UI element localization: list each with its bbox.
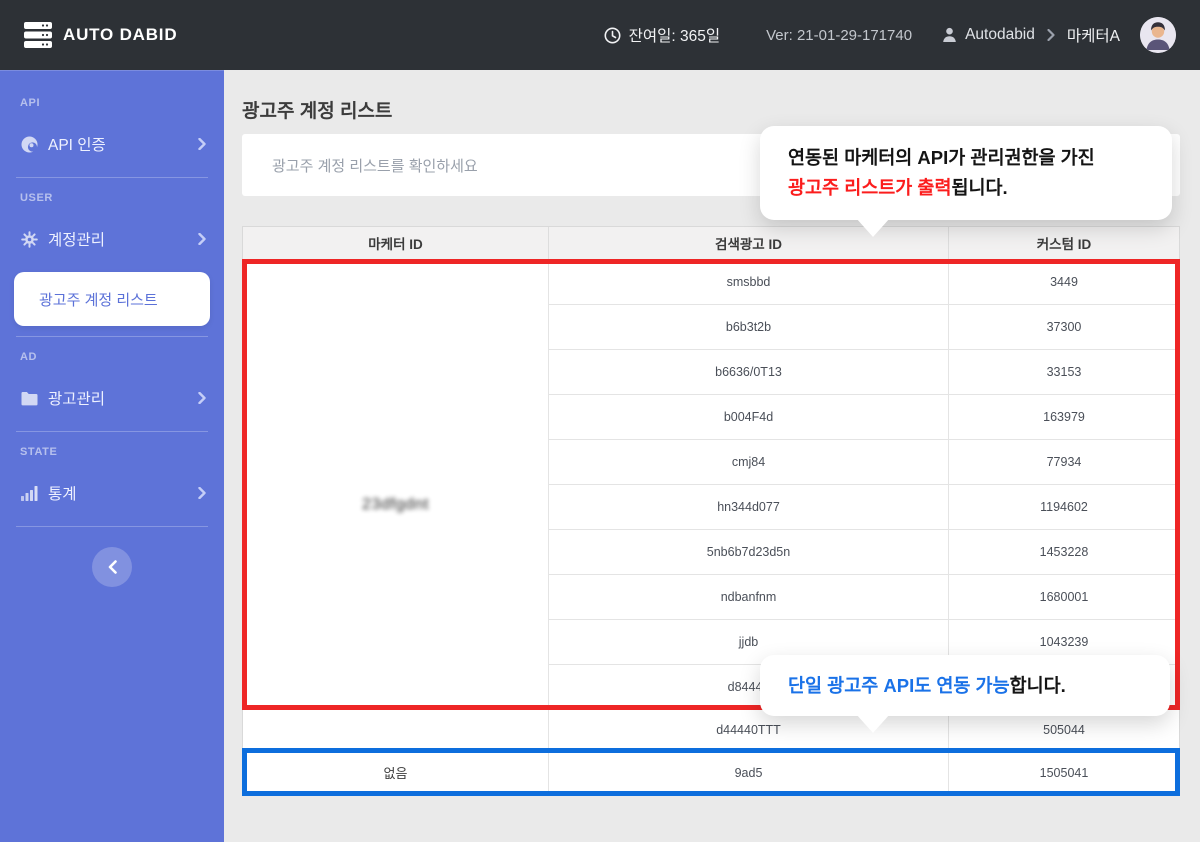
- tooltip-highlight-text: 단일 광고주 API도 연동 가능: [788, 675, 1010, 696]
- chevron-right-icon: [198, 487, 206, 499]
- tooltip-tail: [856, 714, 890, 733]
- tooltip-tail: [856, 218, 890, 237]
- tooltip-text: 연동된 마케터의 API가 관리권한을 가진: [788, 147, 1095, 168]
- gear-icon: [20, 230, 38, 248]
- search-ad-id-cell: smsbbd: [548, 260, 948, 305]
- custom-id-cell: 1453228: [948, 530, 1179, 575]
- chevron-right-icon: [1047, 29, 1055, 41]
- chevron-right-icon: [198, 392, 206, 404]
- sidebar-divider: [16, 526, 208, 527]
- person-icon: [942, 27, 957, 43]
- sidebar-collapse-button[interactable]: [92, 547, 132, 587]
- sidebar-item-label: API 인증: [48, 137, 106, 154]
- search-ad-id-cell: b004F4d: [548, 395, 948, 440]
- custom-id-cell: 33153: [948, 350, 1179, 395]
- custom-id-cell: 77934: [948, 440, 1179, 485]
- custom-id-cell: 1194602: [948, 485, 1179, 530]
- search-ad-id-cell: b6b3t2b: [548, 305, 948, 350]
- custom-id-cell: 3449: [948, 260, 1179, 305]
- version-label: Ver: 21-01-29-171740: [766, 26, 913, 44]
- topbar: AUTO DABID 잔여일: 365일 Ver: 21-01-29-17174…: [0, 0, 1200, 70]
- clock-icon: [604, 27, 621, 44]
- app-logo[interactable]: AUTO DABID: [24, 22, 177, 48]
- custom-id-cell: 1505041: [948, 750, 1179, 796]
- custom-id-cell: 1680001: [948, 575, 1179, 620]
- sidebar-item-label: 광고주 계정 리스트: [39, 291, 158, 309]
- tooltip-single-advertiser-api: 단일 광고주 API도 연동 가능합니다.: [760, 655, 1170, 733]
- sidebar-section-api: API: [20, 97, 41, 109]
- sidebar-section-state: STATE: [20, 446, 58, 458]
- sidebar-item-label: 계정관리: [48, 232, 106, 249]
- chevron-left-icon: [108, 560, 117, 574]
- tooltip-text: 합니다.: [1009, 675, 1066, 696]
- bar-chart-icon: [20, 484, 38, 502]
- tooltip-text: 됩니다.: [951, 177, 1008, 198]
- sidebar: API API 인증 USER 계정관리 광고주 계정 리스트 AD 광고관리 …: [0, 70, 224, 842]
- tooltip-highlight-text: 광고주 리스트가 출력: [788, 177, 952, 198]
- masked-value: 23dfgdnt: [361, 495, 430, 513]
- main-content: 광고주 계정 리스트 광고주 계정 리스트를 확인하세요 마케터 ID 검색광고…: [224, 70, 1200, 842]
- username-label: Autodabid: [965, 26, 1035, 43]
- profile-label: 마케터A: [1066, 28, 1120, 45]
- custom-id-cell: 163979: [948, 395, 1179, 440]
- avatar[interactable]: [1140, 17, 1176, 53]
- sidebar-item-label: 통계: [48, 486, 77, 503]
- sidebar-item-ad-management[interactable]: 광고관리: [0, 375, 224, 421]
- sidebar-divider: [16, 177, 208, 178]
- marketer-id-none-cell: 없음: [243, 750, 548, 796]
- chevron-right-icon: [198, 233, 206, 245]
- server-stack-icon: [24, 22, 52, 48]
- sidebar-divider: [16, 431, 208, 432]
- sidebar-item-label: 광고관리: [48, 391, 106, 408]
- page-title: 광고주 계정 리스트: [242, 101, 393, 122]
- sidebar-divider: [16, 336, 208, 337]
- remaining-days-label: 잔여일: 365일: [628, 28, 721, 45]
- api-circle-icon: [20, 135, 38, 153]
- sidebar-item-statistics[interactable]: 통계: [0, 470, 224, 516]
- remaining-days: 잔여일: 365일: [604, 24, 721, 46]
- search-ad-id-cell: b6636/0T13: [548, 350, 948, 395]
- column-header-custom-id: 커스텀 ID: [948, 227, 1179, 260]
- search-ad-id-cell: ndbanfnm: [548, 575, 948, 620]
- column-header-marketer-id: 마케터 ID: [243, 227, 548, 260]
- search-ad-id-cell: hn344d077: [548, 485, 948, 530]
- sidebar-section-ad: AD: [20, 351, 38, 363]
- sidebar-item-api-auth[interactable]: API 인증: [0, 121, 224, 167]
- app-title: AUTO DABID: [63, 25, 178, 44]
- search-ad-id-cell: cmj84: [548, 440, 948, 485]
- sidebar-item-advertiser-list[interactable]: 광고주 계정 리스트: [14, 272, 210, 326]
- custom-id-cell: 37300: [948, 305, 1179, 350]
- user-menu[interactable]: Autodabid 마케터A: [942, 17, 1176, 53]
- sidebar-section-user: USER: [20, 192, 53, 204]
- tooltip-linked-advertiser-list: 연동된 마케터의 API가 관리권한을 가진 광고주 리스트가 출력됩니다.: [760, 126, 1172, 237]
- sidebar-item-account-management[interactable]: 계정관리: [0, 216, 224, 262]
- custom-id-cell: 505044: [948, 710, 1179, 750]
- marketer-id-merged-cell: 23dfgdnt: [243, 260, 548, 750]
- chevron-right-icon: [198, 138, 206, 150]
- notice-text: 광고주 계정 리스트를 확인하세요: [272, 157, 478, 175]
- search-ad-id-cell: 5nb6b7d23d5n: [548, 530, 948, 575]
- folder-icon: [20, 389, 38, 407]
- search-ad-id-cell: 9ad5: [548, 750, 948, 796]
